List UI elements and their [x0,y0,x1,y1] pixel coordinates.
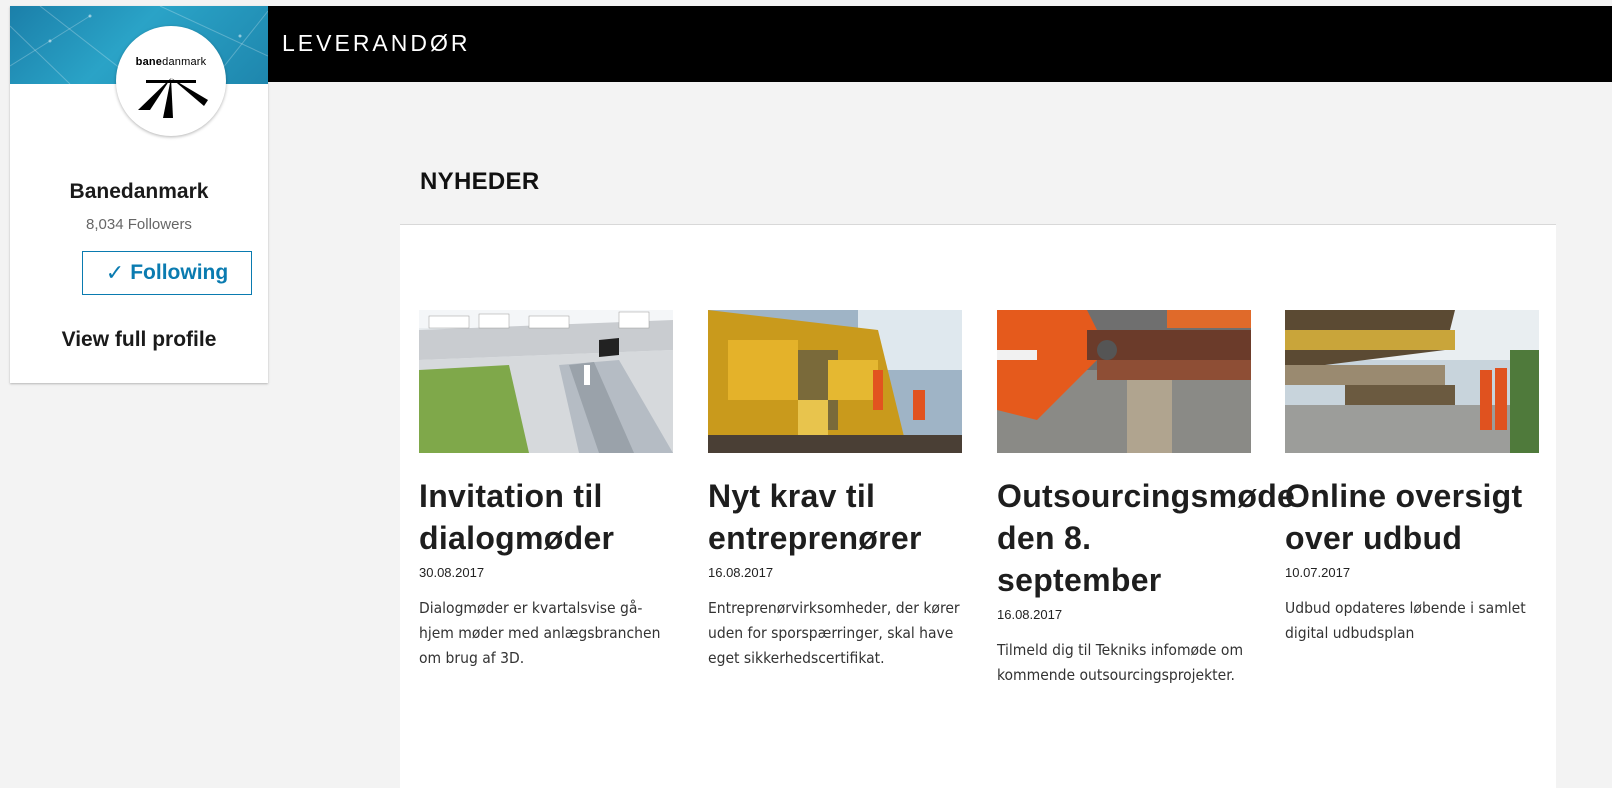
news-image-3d-rendering[interactable] [419,310,673,453]
following-label: Following [130,261,229,284]
news-summary: Tilmeld dig til Tekniks infomøde om komm… [997,641,1244,684]
section-title: NYHEDER [420,168,540,195]
news-date: 10.07.2017 [1285,565,1351,580]
news-date: 16.08.2017 [997,607,1063,622]
following-button[interactable]: ✓ Following [82,251,252,295]
news-image-rail-machine[interactable] [708,310,962,453]
news-title[interactable]: Outsourcingsmøde den 8. september [997,475,1295,601]
company-profile-card: banedanmark Banedanmark 8,034 Followers … [10,6,268,383]
news-summary: Udbud opdateres løbende i samlet digital… [1285,599,1526,642]
news-image-track-workers[interactable] [997,310,1251,453]
news-card: Invitation til dialogmøder 30.08.2017 Di… [419,310,673,671]
logo-wordmark: banedanmark [135,56,207,68]
news-card: Nyt krav til entreprenører 16.08.2017 En… [708,310,962,671]
news-title[interactable]: Invitation til dialogmøder [419,475,673,559]
news-card: Online oversigt over udbud 10.07.2017 Ud… [1285,310,1539,646]
page-title: LEVERANDØR [282,30,471,56]
news-summary: Entreprenørvirksomheder, der kører uden … [708,599,960,667]
page-header: LEVERANDØR [268,6,1612,82]
checkmark-icon: ✓ [105,260,125,285]
company-name[interactable]: Banedanmark [10,180,268,204]
news-date: 16.08.2017 [708,565,774,580]
news-summary: Dialogmøder er kvartalsvise gå-hjem møde… [419,599,661,667]
news-image-rail-renewal[interactable] [1285,310,1539,453]
news-date: 30.08.2017 [419,565,485,580]
company-logo[interactable]: banedanmark [116,26,226,136]
view-full-profile-link[interactable]: View full profile [10,328,268,352]
follower-count: 8,034 Followers [86,216,192,233]
news-title[interactable]: Online oversigt over udbud [1285,475,1539,559]
news-card: Outsourcingsmøde den 8. september 16.08.… [997,310,1295,688]
logo-track-icon [138,78,208,118]
news-title[interactable]: Nyt krav til entreprenører [708,475,962,559]
